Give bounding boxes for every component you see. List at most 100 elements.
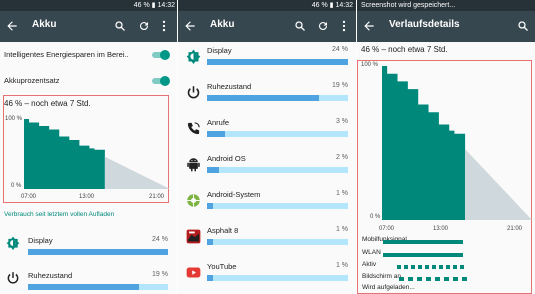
active-strip [397,265,467,269]
search-icon[interactable] [517,19,529,33]
screen-on-strip [399,277,467,281]
app-name: Display [28,236,53,245]
app-bar: Akku [0,11,178,42]
app-percent: 1 % [335,226,348,233]
usage-bar-track [207,275,348,281]
search-icon[interactable] [114,19,126,33]
usage-bar-fill [207,275,214,281]
power-icon [187,86,200,99]
app-percent: 19 % [332,82,348,89]
status-right: 46 % ▮ 14:32 [133,2,175,9]
smart-saving-toggle[interactable] [152,50,170,60]
status-bar: 46 % ▮ 14:32 [0,0,178,11]
phone-call-icon [187,122,200,135]
usage-bar-track [207,167,348,173]
app-percent: 19 % [152,271,168,278]
x-axis-label-start: 07:00 [379,226,395,232]
usage-bar-track [207,59,348,65]
app-name: Anrufe [207,118,230,127]
more-options-icon[interactable] [160,19,168,33]
setting-smart-saving-label: Intelligentes Energiesparen im Berei.. [4,50,129,59]
back-arrow-icon[interactable] [183,19,197,33]
setting-battery-percent-label: Akkuprozentsatz [4,76,60,85]
asphalt-8-icon [186,229,201,244]
refresh-icon[interactable] [138,19,150,33]
y-axis-bottom-label: 0 % [11,183,22,189]
refresh-icon[interactable] [317,19,329,33]
screen-divider [356,0,357,294]
display-brightness-icon [6,236,20,250]
y-axis-top-label: 100 % [361,62,379,68]
app-percent: 3 % [335,118,348,125]
back-arrow-icon[interactable] [5,19,19,33]
x-axis-label-mid: 13:00 [433,226,449,232]
toggle-knob [160,50,170,60]
usage-bar-fill [207,95,319,101]
battery-chart [24,119,170,189]
usage-bar-fill [28,249,168,255]
app-percent: 1 % [335,262,348,269]
app-name: Ruhezustand [28,271,73,280]
detail-screen-on: Bildschirm an [362,273,402,280]
app-name: Android OS [207,154,246,163]
usage-bar-fill [207,239,214,245]
status-bar: 46 % ▮ 14:32 [178,0,356,11]
usage-bar-fill [207,131,225,137]
app-percent: 1 % [335,190,348,197]
battery-chart-detail [382,66,532,220]
status-bar: Screenshot wird gespeichert... [357,0,535,11]
app-percent: 2 % [335,154,348,161]
wlan-strip [383,253,463,257]
app-percent: 24 % [332,46,348,53]
usage-bar-track [28,249,168,255]
more-options-icon[interactable] [340,19,348,33]
battery-summary: 46 % – noch etwa 7 Std. [361,45,448,54]
usage-bar-fill [207,167,219,173]
screen-divider [177,0,178,294]
usage-bar-track [207,203,348,209]
usage-bar-fill [207,59,348,65]
power-icon [7,272,19,284]
usage-bar-track [207,239,348,245]
usage-since-charge-link[interactable]: Verbrauch seit letztem vollen Aufladen [4,211,114,218]
status-right: 46 % ▮ 14:32 [311,2,353,9]
battery-projection-area [104,156,170,189]
usage-bar-track [28,284,168,290]
app-name: Android-System [207,190,261,199]
app-bar: Verlaufsdetails [357,11,535,42]
app-bar: Akku [178,11,356,42]
toggle-knob [160,76,170,86]
usage-bar-track [207,131,348,137]
usage-bar-fill [28,284,139,290]
usage-bar-track [207,95,348,101]
battery-projection-area [465,149,532,220]
mobile-signal-strip [383,240,463,244]
app-name: Display [207,46,232,55]
history-details-screen: Screenshot wird gespeichert... Verlaufsd… [357,0,535,294]
app-name: Asphalt 8 [207,226,239,235]
x-axis-label-end: 21:00 [507,226,523,232]
app-name: Ruhezustand [207,82,252,91]
app-name: YouTube [207,262,237,271]
battery-usage-screen: 46 % ▮ 14:32 Akku Display 24 % Ruhezustand… [178,0,356,294]
detail-active: Aktiv [362,261,377,268]
search-icon[interactable] [294,19,306,33]
detail-wlan: WLAN [362,249,381,256]
x-axis-label-end: 21:00 [149,194,165,200]
page-title: Akku [210,19,235,30]
battery-level-area [24,119,105,189]
battery-percent-toggle[interactable] [152,76,170,86]
x-axis-label-start: 07:00 [21,194,37,200]
battery-screen: 46 % ▮ 14:32 Akku Intelligentes Energies… [0,0,178,294]
y-axis-top-label: 100 % [5,116,23,122]
android-system-icon [187,194,200,207]
battery-level-area [382,66,466,220]
display-brightness-icon [186,49,201,64]
back-arrow-icon[interactable] [362,19,376,33]
x-axis-label-mid: 13:00 [79,194,95,200]
android-icon [187,158,200,172]
app-percent: 24 % [152,236,168,243]
detail-charging: Wird aufgeladen... [362,284,415,291]
y-axis-bottom-label: 0 % [370,214,381,220]
page-title: Verlaufsdetails [389,19,460,30]
